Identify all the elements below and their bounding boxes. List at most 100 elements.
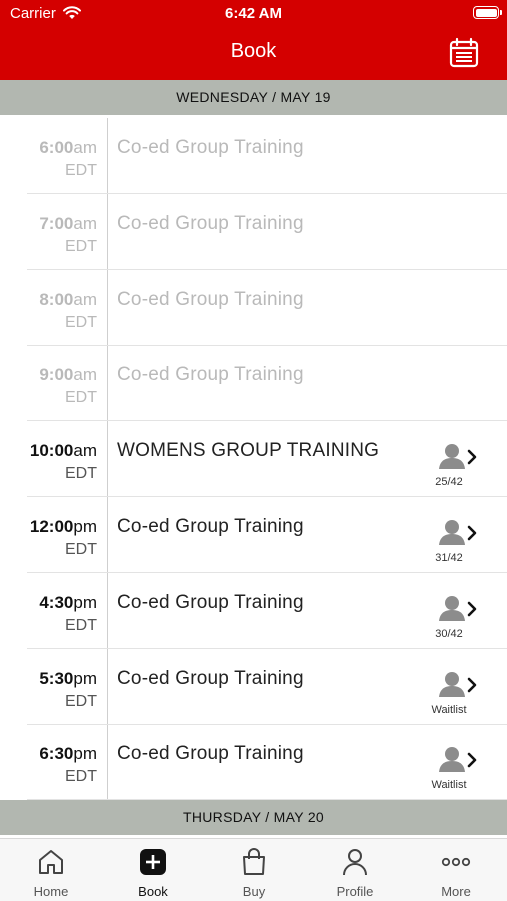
session-list[interactable]: 6:00am EDT Co-ed Group Training 7:00am EDT Co…: [0, 115, 507, 801]
top-bar: Carrier 6:42 AM Book: [0, 0, 507, 80]
session-time-ampm: pm: [73, 592, 97, 612]
session-timezone: EDT: [65, 389, 97, 407]
session-name: Co-ed Group Training: [117, 137, 304, 158]
session-time-hm: 8:00: [39, 289, 74, 309]
session-timezone: EDT: [65, 616, 97, 634]
session-time-hm: 6:00: [39, 138, 74, 157]
session-name: Co-ed Group Training: [117, 743, 304, 765]
session-name: Co-ed Group Training: [117, 288, 304, 310]
session-time: 6:30pm: [39, 744, 97, 764]
more-dots-icon: [441, 857, 471, 867]
person-icon: [439, 444, 465, 470]
session-time: 5:30pm: [39, 669, 97, 689]
plus-square-icon: [140, 849, 166, 875]
session-time-ampm: pm: [73, 668, 97, 688]
session-time-hm: 7:00: [39, 213, 74, 233]
person-icon: [439, 671, 465, 697]
chevron-right-icon: [467, 601, 477, 617]
session-row: 7:00am EDT Co-ed Group Training: [0, 194, 507, 270]
session-time-hm: 4:30: [39, 592, 74, 612]
availability-button[interactable]: Waitlist: [426, 746, 486, 796]
chevron-right-icon: [467, 753, 477, 768]
session-time-hm: 6:30: [39, 744, 74, 764]
session-row: 9:00am EDT Co-ed Group Training: [0, 345, 507, 422]
session-time-ampm: am: [73, 138, 97, 157]
session-time-hm: 5:30: [39, 668, 74, 688]
page-title: Book: [230, 40, 277, 62]
session-time-ampm: pm: [73, 744, 97, 764]
tab-home-label: Home: [33, 884, 69, 899]
session-row[interactable]: 12:00pm EDT Co-ed Group Training 31/42: [0, 497, 507, 573]
tab-buy-label: Buy: [242, 884, 266, 899]
session-timezone: EDT: [65, 237, 97, 255]
session-time-ampm: pm: [73, 517, 97, 536]
battery-icon: [473, 6, 502, 19]
session-time-hm: 9:00: [39, 365, 74, 385]
tab-home[interactable]: Home: [11, 847, 91, 899]
session-name: WOMENS GROUP TRAINING: [117, 440, 380, 462]
tab-book[interactable]: Book: [113, 847, 193, 899]
session-timezone: EDT: [65, 313, 97, 331]
status-time: 6:42 AM: [225, 5, 282, 22]
session-timezone: EDT: [65, 465, 97, 483]
session-timezone: EDT: [65, 162, 97, 179]
tab-bar: Home Book Buy Profile More: [0, 838, 507, 901]
session-time-ampm: am: [73, 365, 97, 385]
tab-book-label: Book: [138, 884, 168, 899]
availability-count: 30/42: [435, 627, 463, 640]
availability-count: Waitlist: [431, 779, 467, 792]
availability-count: 31/42: [435, 552, 463, 564]
session-timezone: EDT: [65, 541, 97, 558]
session-time-hm: 10:00: [29, 441, 74, 461]
session-time: 7:00am: [39, 214, 97, 234]
calendar-icon: [449, 37, 479, 68]
session-time-hm: 12:00: [29, 517, 74, 536]
session-time: 8:00am: [39, 290, 97, 310]
session-row[interactable]: 10:00am EDT WOMENS GROUP TRAINING 25/42: [0, 421, 507, 498]
availability-button[interactable]: Waitlist: [426, 671, 486, 721]
session-row[interactable]: 4:30pm EDT Co-ed Group Training 30/42: [0, 573, 507, 649]
session-timezone: EDT: [65, 692, 97, 710]
session-time: 10:00am: [30, 441, 97, 461]
session-name: Co-ed Group Training: [117, 364, 304, 386]
tab-more-label: More: [441, 884, 471, 899]
session-time: 4:30pm: [39, 593, 97, 613]
chevron-right-icon: [467, 449, 477, 465]
tab-more[interactable]: More: [416, 847, 496, 899]
chevron-right-icon: [467, 525, 477, 541]
tab-buy[interactable]: Buy: [214, 847, 294, 899]
availability-count: 25/42: [435, 476, 463, 489]
session-name: Co-ed Group Training: [117, 516, 304, 537]
session-row[interactable]: 6:30pm EDT Co-ed Group Training Waitlist: [0, 724, 507, 801]
availability-button[interactable]: 30/42: [426, 595, 486, 645]
status-bar: Carrier 6:42 AM: [0, 0, 507, 28]
tab-profile[interactable]: Profile: [315, 847, 395, 899]
session-timezone: EDT: [65, 768, 97, 786]
date-header-thursday: THURSDAY / MAY 20: [0, 800, 507, 835]
session-row: 6:00am EDT Co-ed Group Training: [0, 118, 507, 194]
session-name: Co-ed Group Training: [117, 212, 304, 234]
person-icon: [439, 520, 465, 545]
home-icon: [39, 850, 63, 874]
date-header-wednesday: WEDNESDAY / MAY 19: [0, 80, 507, 115]
calendar-button[interactable]: [447, 36, 481, 70]
availability-button[interactable]: 31/42: [426, 519, 486, 569]
session-name: Co-ed Group Training: [117, 591, 304, 613]
shopping-bag-icon: [243, 848, 265, 875]
person-icon: [439, 595, 465, 621]
tab-profile-label: Profile: [336, 884, 374, 899]
person-icon: [439, 747, 465, 773]
session-time-ampm: am: [73, 441, 97, 461]
availability-count: Waitlist: [431, 703, 467, 716]
session-row: 8:00am EDT Co-ed Group Training: [0, 270, 507, 346]
chevron-right-icon: [467, 677, 477, 692]
person-icon: [343, 849, 367, 876]
session-time-ampm: am: [73, 289, 97, 309]
session-row[interactable]: 5:30pm EDT Co-ed Group Training Waitlist: [0, 649, 507, 725]
session-time: 12:00pm: [30, 517, 97, 537]
session-time-ampm: am: [73, 213, 97, 233]
session-name: Co-ed Group Training: [117, 667, 304, 689]
session-time: 9:00am: [39, 365, 97, 385]
availability-button[interactable]: 25/42: [426, 443, 486, 493]
session-time: 6:00am: [39, 138, 97, 158]
